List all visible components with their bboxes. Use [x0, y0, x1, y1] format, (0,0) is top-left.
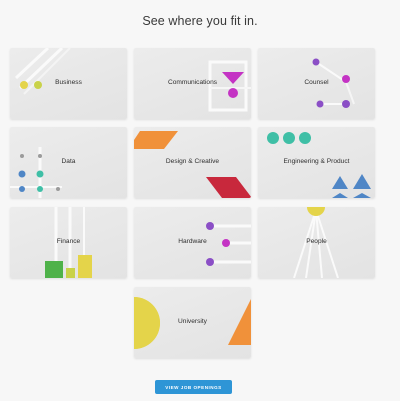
category-label: Data [61, 158, 76, 165]
category-card-engineering-product[interactable]: Engineering & Product [258, 127, 375, 198]
category-card-finance[interactable]: Finance [10, 207, 127, 278]
category-card-data[interactable]: Data [10, 127, 127, 198]
view-job-openings-button[interactable]: VIEW JOB OPENINGS [155, 380, 232, 394]
category-label: Communications [167, 79, 218, 86]
category-label: Engineering & Product [283, 158, 350, 165]
category-card-people[interactable]: People [258, 207, 375, 278]
category-label: Hardware [178, 238, 207, 245]
category-label: People [306, 238, 327, 245]
category-card-hardware[interactable]: Hardware [134, 207, 251, 278]
category-card-design-creative[interactable]: Design & Creative [134, 127, 251, 198]
category-label: Design & Creative [165, 158, 220, 165]
category-card-communications[interactable]: Communications [134, 48, 251, 119]
category-label: University [178, 318, 207, 325]
category-label: Counsel [304, 79, 329, 86]
category-label: Business [55, 79, 82, 86]
category-card-counsel[interactable]: Counsel [258, 48, 375, 119]
category-card-university[interactable]: University [134, 287, 251, 358]
category-label: Finance [56, 238, 81, 245]
category-card-business[interactable]: Business [10, 48, 127, 119]
page-heading: See where you fit in. [142, 14, 258, 28]
